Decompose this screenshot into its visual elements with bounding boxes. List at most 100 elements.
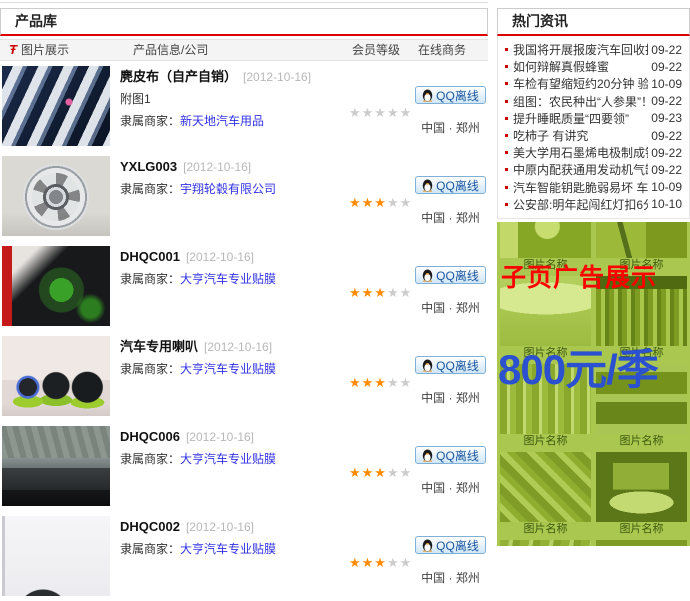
- sidebar-ad-banner[interactable]: 图片名称 图片名称 图片名称 图片名称 图片名称 图片名称 图片名称 图片名称 …: [497, 222, 690, 546]
- qq-offline-button[interactable]: QQ离线: [415, 356, 486, 374]
- qq-button-label: QQ离线: [436, 447, 479, 464]
- product-attachment-link[interactable]: 附图1: [120, 91, 348, 107]
- product-thumbnail[interactable]: [2, 426, 110, 506]
- product-location: 中国 · 郑州: [413, 479, 488, 496]
- news-list: 我国将开展报废汽车回收拆解09-22 如何辩解真假蜂蜜09-22 车检有望缩短约…: [497, 36, 690, 219]
- product-thumbnail[interactable]: [2, 336, 110, 416]
- news-item[interactable]: 公安部:明年起闯红灯扣6分 挡10-10: [505, 196, 682, 213]
- news-item[interactable]: 汽车智能钥匙脆弱易坏 车主需10-09: [505, 179, 682, 196]
- column-header-info: 产品信息/公司: [133, 40, 208, 60]
- news-item[interactable]: 吃柿子 有讲究09-22: [505, 127, 682, 144]
- news-title[interactable]: 如何辩解真假蜂蜜: [513, 58, 648, 75]
- product-name[interactable]: DHQC006: [120, 429, 180, 444]
- product-row: DHQC001[2012-10-16] 隶属商家：大亨汽车专业贴膜 ★★★★★ …: [0, 241, 488, 331]
- ad-tile-photo: [500, 540, 591, 546]
- product-name[interactable]: 麂皮布（自产自销）: [120, 69, 237, 84]
- news-title[interactable]: 组图：农民种出“人参果”！: [513, 93, 648, 110]
- ad-price-text: 800元/季: [498, 336, 658, 397]
- news-title[interactable]: 提升睡眠质量“四要领”: [513, 110, 648, 127]
- product-location: 中国 · 郑州: [413, 299, 488, 316]
- news-item[interactable]: 提升睡眠质量“四要领”09-23: [505, 110, 682, 127]
- bullet-icon: [505, 48, 508, 51]
- product-rows: 麂皮布（自产自销）[2012-10-16] 附图1 隶属商家：新天地汽车用品 ★…: [0, 61, 488, 601]
- qq-button-label: QQ离线: [436, 177, 479, 194]
- news-item[interactable]: 如何辩解真假蜂蜜09-22: [505, 58, 682, 75]
- product-name[interactable]: DHQC002: [120, 519, 180, 534]
- product-name[interactable]: 汽车专用喇叭: [120, 339, 198, 354]
- news-title[interactable]: 汽车智能钥匙脆弱易坏 车主需: [513, 179, 648, 196]
- product-date: [2012-10-16]: [186, 520, 254, 534]
- merchant-link[interactable]: 大亨汽车专业贴膜: [180, 542, 276, 556]
- merchant-label: 隶属商家：: [120, 542, 180, 556]
- product-thumbnail[interactable]: [2, 66, 110, 146]
- ad-tile-caption: 图片名称: [500, 522, 591, 536]
- online-biz-cell: QQ离线 中国 · 郑州: [413, 331, 488, 406]
- product-name[interactable]: YXLG003: [120, 159, 177, 174]
- merchant-label: 隶属商家：: [120, 362, 180, 376]
- bullet-icon: [505, 100, 508, 103]
- news-item[interactable]: 我国将开展报废汽车回收拆解09-22: [505, 41, 682, 58]
- bullet-icon: [505, 134, 508, 137]
- product-location: 中国 · 郑州: [413, 569, 488, 586]
- qq-offline-button[interactable]: QQ离线: [415, 266, 486, 284]
- news-title[interactable]: 吃柿子 有讲究: [513, 127, 648, 144]
- hot-news-panel: 热门资讯 我国将开展报废汽车回收拆解09-22 如何辩解真假蜂蜜09-22 车检…: [497, 8, 690, 546]
- product-thumbnail[interactable]: [2, 156, 110, 236]
- qq-penguin-icon: [422, 539, 433, 552]
- qq-offline-button[interactable]: QQ离线: [415, 446, 486, 464]
- column-header-image: Ŧ图片展示: [9, 40, 69, 60]
- merchant-label: 隶属商家：: [120, 452, 180, 466]
- ad-tile-photo: [500, 452, 591, 522]
- qq-offline-button[interactable]: QQ离线: [415, 86, 486, 104]
- news-item[interactable]: 车检有望缩短约20分钟 验车将10-09: [505, 75, 682, 92]
- merchant-link[interactable]: 大亨汽车专业贴膜: [180, 452, 276, 466]
- panel-title-products: 产品库: [0, 8, 488, 36]
- product-date: [2012-10-16]: [204, 340, 272, 354]
- top-divider: [0, 2, 488, 3]
- merchant-label: 隶属商家：: [120, 272, 180, 286]
- bullet-icon: [505, 168, 508, 171]
- bullet-icon: [505, 82, 508, 85]
- product-thumbnail[interactable]: [2, 246, 110, 326]
- qq-button-label: QQ离线: [436, 87, 479, 104]
- news-date: 09-22: [651, 94, 682, 108]
- merchant-link[interactable]: 大亨汽车专业贴膜: [180, 272, 276, 286]
- ad-overlay-text: 子页广告展示: [501, 258, 657, 294]
- product-name[interactable]: DHQC001: [120, 249, 180, 264]
- news-title[interactable]: 美大学用石墨烯电极制成锂电: [513, 144, 648, 161]
- product-info: DHQC001[2012-10-16] 隶属商家：大亨汽车专业贴膜: [120, 249, 348, 287]
- news-date: 10-09: [651, 77, 682, 91]
- ad-tile-photo: [596, 452, 687, 522]
- news-date: 10-10: [651, 197, 682, 211]
- merchant-link[interactable]: 大亨汽车专业贴膜: [180, 362, 276, 376]
- news-title[interactable]: 我国将开展报废汽车回收拆解: [513, 41, 648, 58]
- news-title[interactable]: 车检有望缩短约20分钟 验车将: [513, 75, 648, 92]
- qq-penguin-icon: [422, 449, 433, 462]
- online-biz-cell: QQ离线 中国 · 郑州: [413, 421, 488, 496]
- news-date: 10-09: [651, 180, 682, 194]
- bullet-icon: [505, 65, 508, 68]
- merchant-link[interactable]: 新天地汽车用品: [180, 114, 264, 128]
- product-thumbnail[interactable]: [2, 516, 110, 596]
- qq-offline-button[interactable]: QQ离线: [415, 176, 486, 194]
- news-item[interactable]: 中原内配获通用发动机气缸套09-22: [505, 161, 682, 178]
- news-title[interactable]: 中原内配获通用发动机气缸套: [513, 161, 648, 178]
- qq-button-label: QQ离线: [436, 537, 479, 554]
- news-item[interactable]: 美大学用石墨烯电极制成锂电09-22: [505, 144, 682, 161]
- ad-tile: 图片名称: [500, 452, 591, 536]
- bullet-icon: [505, 117, 508, 120]
- merchant-link[interactable]: 宇翔轮毂有限公司: [180, 182, 276, 196]
- qq-button-label: QQ离线: [436, 357, 479, 374]
- bullet-icon: [505, 186, 508, 189]
- news-date: 09-22: [651, 163, 682, 177]
- news-date: 09-22: [651, 146, 682, 160]
- member-rating: ★★★★★: [349, 375, 412, 391]
- product-date: [2012-10-16]: [183, 160, 251, 174]
- panel-title-news: 热门资讯: [497, 8, 690, 36]
- product-info: YXLG003[2012-10-16] 隶属商家：宇翔轮毂有限公司: [120, 159, 348, 197]
- news-item[interactable]: 组图：农民种出“人参果”！09-22: [505, 93, 682, 110]
- news-title[interactable]: 公安部:明年起闯红灯扣6分 挡: [513, 196, 648, 213]
- member-rating: ★★★★★: [349, 105, 412, 121]
- merchant-label: 隶属商家：: [120, 114, 180, 128]
- qq-offline-button[interactable]: QQ离线: [415, 536, 486, 554]
